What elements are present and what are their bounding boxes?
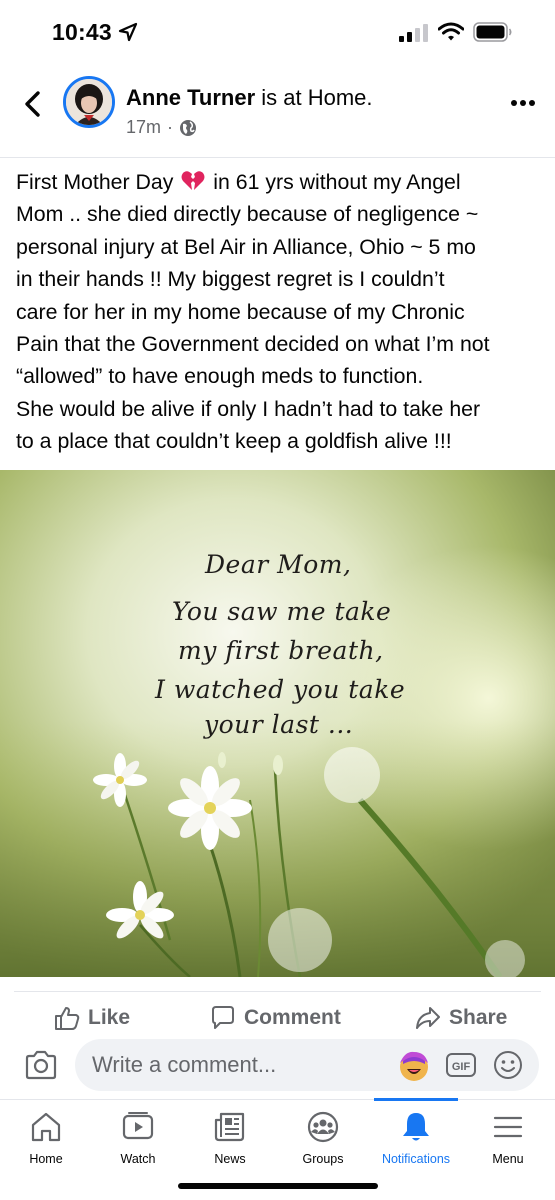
- avatar-portrait-icon: [66, 79, 112, 125]
- comment-placeholder: Write a comment...: [92, 1052, 277, 1077]
- globe-icon: [180, 119, 197, 136]
- post-text-line: Pain that the Government decided on what…: [16, 332, 490, 357]
- post-header: Anne Turner is at Home. 17m ·: [0, 68, 555, 156]
- news-icon: [214, 1112, 245, 1142]
- post-time[interactable]: 17m: [126, 117, 161, 138]
- comment-button[interactable]: Comment: [210, 1002, 341, 1034]
- post-text-line: First Mother Day in 61 yrs without my An…: [16, 166, 544, 198]
- home-indicator: [178, 1183, 378, 1189]
- broken-heart-icon: [181, 171, 205, 190]
- nav-active-indicator: [374, 1098, 458, 1101]
- quote-line: You saw me take: [172, 597, 392, 626]
- status-bar: 10:43: [0, 0, 555, 62]
- gif-label: GIF: [452, 1061, 471, 1073]
- author-context: is at Home.: [255, 85, 373, 110]
- back-chevron-icon[interactable]: [18, 88, 46, 120]
- post-text-line: care for her in my home because of my Ch…: [16, 299, 465, 324]
- header-divider: [0, 157, 555, 158]
- quote-line: my first breath,: [178, 636, 384, 665]
- post-text-segment: First Mother Day: [16, 170, 180, 194]
- nav-item-groups[interactable]: Groups: [283, 1106, 363, 1170]
- quote-line: Dear Mom,: [205, 550, 352, 579]
- nav-divider: [0, 1099, 555, 1100]
- like-button[interactable]: Like: [54, 1002, 130, 1034]
- share-button[interactable]: Share: [415, 1002, 507, 1034]
- share-arrow-icon: [416, 1007, 440, 1029]
- post-text-line: personal injury at Bel Air in Alliance, …: [16, 234, 476, 259]
- nav-item-notifications[interactable]: Notifications: [376, 1106, 456, 1170]
- nav-item-home[interactable]: Home: [6, 1106, 86, 1170]
- nav-label: Home: [29, 1152, 63, 1166]
- post-text-line: Mom .. she died directly because of negl…: [16, 202, 479, 227]
- post-text: First Mother Day in 61 yrs without my An…: [16, 166, 544, 458]
- actions-divider: [14, 991, 541, 992]
- post-text-line: “allowed” to have enough meds to functio…: [16, 364, 424, 389]
- more-options-icon[interactable]: [510, 98, 536, 108]
- post-text-line: to a place that couldn’t keep a goldfish…: [16, 429, 452, 454]
- post-image[interactable]: Dear Mom, You saw me take my first breat…: [0, 470, 555, 977]
- gif-icon[interactable]: GIF: [445, 1051, 477, 1079]
- share-label: Share: [449, 1006, 508, 1029]
- post-meta: 17m ·: [126, 117, 197, 138]
- nav-label: Watch: [120, 1152, 156, 1166]
- nav-item-news[interactable]: News: [190, 1106, 270, 1170]
- cellular-signal-icon: [399, 24, 428, 42]
- like-label: Like: [88, 1006, 131, 1029]
- nav-label: Menu: [492, 1152, 524, 1166]
- nav-label: Groups: [302, 1152, 344, 1166]
- groups-icon: [307, 1111, 339, 1143]
- post-text-line: She would be alive if only I hadn’t had …: [16, 396, 481, 421]
- comment-input[interactable]: Write a comment... GIF: [75, 1039, 539, 1091]
- post-text-line: in their hands !! My biggest regret is I…: [16, 267, 445, 292]
- comment-label: Comment: [244, 1006, 341, 1029]
- nav-label: Notifications: [381, 1152, 451, 1166]
- thumbs-up-icon: [55, 1007, 80, 1030]
- bell-icon: [403, 1113, 429, 1141]
- author-name[interactable]: Anne Turner: [126, 85, 255, 110]
- nav-item-watch[interactable]: Watch: [98, 1106, 178, 1170]
- emoji-icon[interactable]: [492, 1049, 524, 1081]
- author-avatar[interactable]: [63, 76, 115, 128]
- comment-bubble-icon: [212, 1006, 234, 1029]
- post-text-segment: in 61 yrs without my Angel: [207, 170, 461, 194]
- home-icon: [31, 1112, 61, 1142]
- nav-item-menu[interactable]: Menu: [468, 1106, 548, 1170]
- meta-separator: ·: [167, 117, 174, 137]
- watch-icon: [122, 1112, 154, 1140]
- location-arrow-icon: [118, 22, 138, 42]
- battery-icon: [473, 22, 512, 42]
- image-quote: Dear Mom, You saw me take my first breat…: [0, 470, 555, 977]
- camera-icon[interactable]: [24, 1049, 58, 1081]
- nav-label: News: [214, 1152, 246, 1166]
- quote-line: your last ...: [204, 710, 354, 739]
- avatar-sticker-icon[interactable]: [397, 1049, 431, 1083]
- wifi-icon: [438, 22, 464, 41]
- menu-icon: [493, 1116, 523, 1138]
- author-line: Anne Turner is at Home.: [126, 85, 373, 111]
- status-time: 10:43: [52, 19, 112, 45]
- quote-line: I watched you take: [155, 675, 406, 704]
